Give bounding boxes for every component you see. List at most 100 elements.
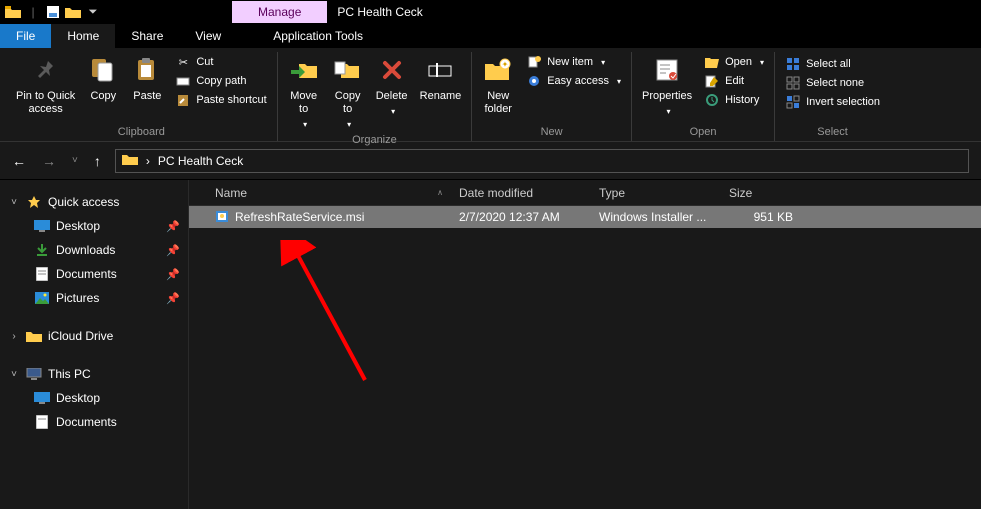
file-type: Windows Installer ... <box>591 210 721 224</box>
desktop-icon <box>34 219 50 233</box>
folder-icon <box>4 3 22 21</box>
navigation-pane: ˅ Quick access Desktop 📌 Downloads 📌 Doc <box>0 180 188 509</box>
copy-button[interactable]: Copy <box>81 52 125 105</box>
new-folder-button[interactable]: ✦ New folder <box>476 52 520 118</box>
paste-shortcut-button[interactable]: Paste shortcut <box>175 92 266 108</box>
chevron-down-icon[interactable]: ˅ <box>8 197 20 208</box>
breadcrumb-current[interactable]: PC Health Ceck <box>158 154 243 168</box>
paste-button[interactable]: Paste <box>125 52 169 105</box>
sidebar-icloud-drive[interactable]: › iCloud Drive <box>0 324 188 348</box>
chevron-down-icon: ▾ <box>601 58 605 67</box>
file-row[interactable]: RefreshRateService.msi 2/7/2020 12:37 AM… <box>189 206 981 228</box>
open-button[interactable]: Open ▾ <box>704 54 764 70</box>
move-to-button[interactable]: Move to▾ <box>282 52 326 132</box>
copy-icon <box>87 54 119 86</box>
chevron-down-icon[interactable]: ˅ <box>8 369 20 380</box>
tab-share[interactable]: Share <box>115 24 179 48</box>
file-list-pane: Name ∧ Date modified Type Size RefreshRa… <box>188 180 981 509</box>
history-button[interactable]: History <box>704 92 764 108</box>
ribbon-group-select: Select all Select none Invert selection … <box>775 52 890 141</box>
column-date[interactable]: Date modified <box>451 186 591 200</box>
select-none-button[interactable]: Select none <box>785 75 880 91</box>
msi-file-icon <box>215 209 229 226</box>
file-name: RefreshRateService.msi <box>235 210 364 224</box>
open-folder-icon[interactable] <box>64 3 82 21</box>
nav-forward-button[interactable]: → <box>42 153 56 169</box>
copy-to-button[interactable]: Copy to▾ <box>326 52 370 132</box>
edit-icon <box>704 73 720 89</box>
chevron-right-icon[interactable]: › <box>8 331 20 342</box>
nav-up-button[interactable]: ↑ <box>94 153 101 169</box>
save-icon[interactable] <box>44 3 62 21</box>
cut-button[interactable]: ✂ Cut <box>175 54 266 70</box>
pin-icon: 📌 <box>166 220 180 233</box>
organize-group-label: Organize <box>352 132 397 149</box>
easy-access-button[interactable]: Easy access ▾ <box>526 73 621 89</box>
column-type[interactable]: Type <box>591 186 721 200</box>
divider-icon: | <box>24 3 42 21</box>
copy-path-button[interactable]: Copy path <box>175 73 266 89</box>
pin-icon: 📌 <box>166 292 180 305</box>
chevron-down-icon: ▾ <box>617 77 621 86</box>
pin-icon: 📌 <box>166 268 180 281</box>
invert-selection-button[interactable]: Invert selection <box>785 94 880 110</box>
navigation-bar: ← → ˅ ↑ › PC Health Ceck <box>0 142 981 180</box>
new-item-button[interactable]: New item ▾ <box>526 54 621 70</box>
breadcrumb-sep: › <box>146 154 150 168</box>
tab-home[interactable]: Home <box>51 24 115 48</box>
chevron-down-icon: ▾ <box>303 120 307 130</box>
desktop-icon <box>34 391 50 405</box>
folder-icon <box>122 153 138 168</box>
menu-bar: File Home Share View Application Tools <box>0 24 981 48</box>
column-size[interactable]: Size <box>721 186 801 200</box>
address-bar[interactable]: › PC Health Ceck <box>115 149 969 173</box>
new-folder-icon: ✦ <box>482 54 514 86</box>
paste-icon <box>131 54 163 86</box>
pin-quick-access-button[interactable]: Pin to Quick access <box>10 52 81 118</box>
open-icon <box>704 54 720 70</box>
tab-view[interactable]: View <box>179 24 237 48</box>
chevron-down-icon: ▾ <box>760 58 764 67</box>
sidebar-downloads[interactable]: Downloads 📌 <box>0 238 188 262</box>
sidebar-quick-access[interactable]: ˅ Quick access <box>0 190 188 214</box>
sidebar-pictures[interactable]: Pictures 📌 <box>0 286 188 310</box>
ribbon-group-organize: Move to▾ Copy to▾ Delete▾ Rename <box>278 52 473 141</box>
sidebar-tp-documents[interactable]: Documents <box>0 410 188 434</box>
qat-dropdown-icon[interactable]: ⏷ <box>84 3 102 21</box>
tab-application-tools[interactable]: Application Tools <box>257 24 379 48</box>
nav-history-dropdown[interactable]: ˅ <box>72 155 78 166</box>
chevron-down-icon: ▾ <box>347 120 351 130</box>
select-none-icon <box>785 75 801 91</box>
nav-back-button[interactable]: ← <box>12 153 26 169</box>
column-name[interactable]: Name ∧ <box>207 186 451 200</box>
ribbon-group-clipboard: Pin to Quick access Copy Paste ✂ Cut <box>6 52 278 141</box>
move-to-icon <box>288 54 320 86</box>
delete-button[interactable]: Delete▾ <box>370 52 414 119</box>
edit-button[interactable]: Edit <box>704 73 764 89</box>
ribbon-group-open: Properties▾ Open ▾ Edit <box>632 52 775 141</box>
select-all-button[interactable]: Select all <box>785 56 880 72</box>
sort-asc-icon: ∧ <box>437 188 443 197</box>
select-all-icon <box>785 56 801 72</box>
copy-path-icon <box>175 73 191 89</box>
paste-label: Paste <box>133 90 161 103</box>
rename-button[interactable]: Rename <box>414 52 468 105</box>
file-size: 951 KB <box>721 210 801 224</box>
tab-file[interactable]: File <box>0 24 51 48</box>
context-tab-manage[interactable]: Manage <box>232 1 327 23</box>
invert-selection-icon <box>785 94 801 110</box>
documents-icon <box>34 415 50 429</box>
rename-icon <box>424 54 456 86</box>
chevron-down-icon: ▾ <box>391 107 395 117</box>
sidebar-tp-desktop[interactable]: Desktop <box>0 386 188 410</box>
pin-icon: 📌 <box>166 244 180 257</box>
pin-label: Pin to Quick access <box>16 90 75 116</box>
easy-access-icon <box>526 73 542 89</box>
title-bar: | ⏷ Manage PC Health Ceck <box>0 0 981 24</box>
new-group-label: New <box>541 124 563 141</box>
new-item-icon <box>526 54 542 70</box>
sidebar-documents[interactable]: Documents 📌 <box>0 262 188 286</box>
sidebar-desktop[interactable]: Desktop 📌 <box>0 214 188 238</box>
sidebar-this-pc[interactable]: ˅ This PC <box>0 362 188 386</box>
properties-button[interactable]: Properties▾ <box>636 52 698 119</box>
